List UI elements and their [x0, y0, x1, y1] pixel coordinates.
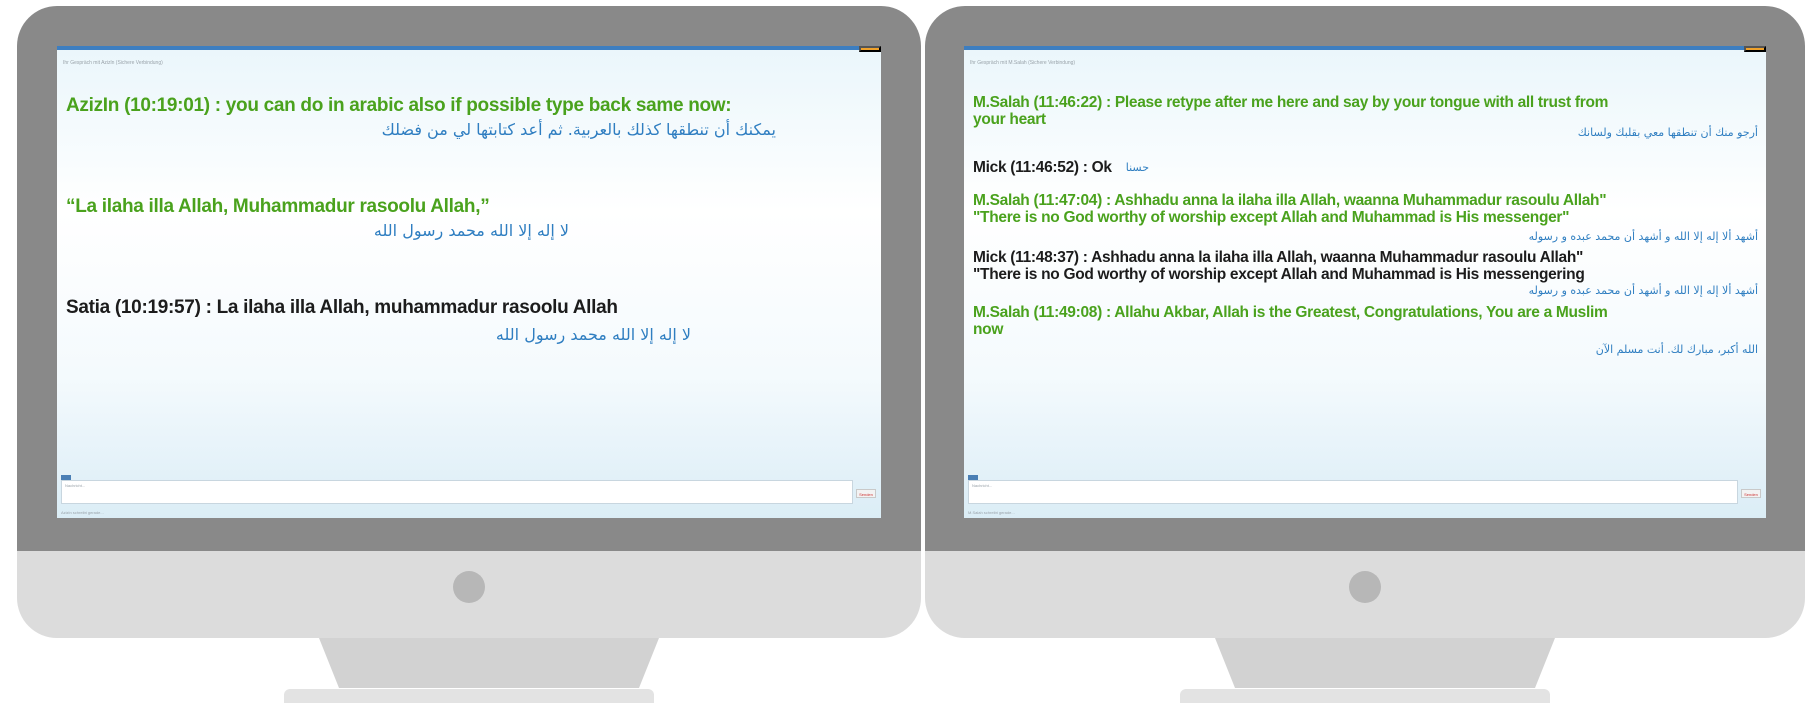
message-text: AzizIn (10:19:01) : you can do in arabic… — [66, 95, 732, 116]
arabic-translation: يمكنك أن تنطقها كذلك بالعربية. ثم أعد كت… — [381, 119, 776, 139]
chat-transcript: AzizIn (10:19:01) : you can do in arabic… — [66, 95, 871, 344]
monitor-stand — [319, 638, 659, 688]
message-text: M.Salah (11:49:08) : Allahu Akbar, Allah… — [973, 304, 1608, 322]
arabic-translation: الله أكبر، مبارك لك. أنت مسلم الآن — [1595, 343, 1758, 357]
monitor-base — [1180, 689, 1550, 703]
chat-message: M.Salah (11:47:04) : Ashhadu anna la ila… — [973, 192, 1758, 243]
monitor-stand — [1215, 638, 1555, 688]
chat-message: “La ilaha illa Allah, Muhammadur rasoolu… — [66, 195, 871, 240]
message-text-continued: "There is no God worthy of worship excep… — [973, 266, 1585, 284]
arabic-translation: أشهد ألا إله إلا الله و أشهد أن محمد عبد… — [1528, 284, 1758, 298]
window-titlebar — [57, 46, 881, 50]
message-text: Mick (11:46:52) : Ok — [973, 159, 1112, 177]
chat-header-text: Ihr Gespräch mit Azizln (Sichere Verbind… — [63, 60, 163, 66]
send-button[interactable]: Senden — [856, 489, 876, 498]
chat-message: Mick (11:48:37) : Ashhadu anna la ilaha … — [973, 249, 1758, 297]
arabic-translation: لا إله إلا الله محمد رسول الله — [495, 324, 691, 344]
chat-transcript: M.Salah (11:46:22) : Please retype after… — [973, 94, 1758, 356]
power-button-icon — [1349, 571, 1381, 603]
message-input[interactable]: Nachricht... — [61, 480, 853, 504]
chat-header-text: Ihr Gespräch mit M.Salah (Sichere Verbin… — [970, 60, 1076, 66]
chat-message: M.Salah (11:49:08) : Allahu Akbar, Allah… — [973, 304, 1758, 356]
chat-message: M.Salah (11:46:22) : Please retype after… — [973, 94, 1758, 139]
monitor-base — [284, 689, 654, 703]
arabic-translation: حسنا — [1125, 161, 1150, 175]
message-input-placeholder: Nachricht... — [972, 483, 993, 488]
send-button[interactable]: Senden — [1741, 489, 1761, 498]
message-text: M.Salah (11:47:04) : Ashhadu anna la ila… — [973, 192, 1607, 210]
window-titlebar — [964, 46, 1766, 50]
power-button-icon — [453, 571, 485, 603]
arabic-translation: لا إله إلا الله محمد رسول الله — [373, 220, 569, 240]
end-chat-button[interactable]: Beenden — [1744, 46, 1766, 52]
message-text-continued: "There is no God worthy of worship excep… — [973, 209, 1570, 227]
message-text: “La ilaha illa Allah, Muhammadur rasoolu… — [66, 195, 490, 217]
chat-message: AzizIn (10:19:01) : you can do in arabic… — [66, 95, 871, 139]
message-text: Mick (11:48:37) : Ashhadu anna la ilaha … — [973, 249, 1584, 267]
message-text: M.Salah (11:46:22) : Please retype after… — [973, 94, 1609, 111]
monitor-right: Beenden Ihr Gespräch mit M.Salah (Sicher… — [925, 6, 1805, 703]
end-chat-button[interactable]: Beenden — [859, 46, 881, 52]
message-input[interactable]: Nachricht... — [968, 480, 1738, 504]
chat-window: Beenden Ihr Gespräch mit M.Salah (Sicher… — [964, 46, 1766, 518]
typing-status: Azizln schreibt gerade... — [61, 510, 104, 515]
chat-window: Beenden Ihr Gespräch mit Azizln (Sichere… — [57, 46, 881, 518]
chat-message: Mick (11:46:52) : Ok حسنا — [973, 159, 1758, 176]
arabic-translation: أرجو منك أن تنطقها معي بقلبك ولسانك — [1577, 126, 1758, 140]
monitor-left: Beenden Ihr Gespräch mit Azizln (Sichere… — [17, 6, 921, 703]
message-text: Satia (10:19:57) : La ilaha illa Allah, … — [66, 296, 618, 318]
arabic-translation: أشهد ألا إله إلا الله و أشهد أن محمد عبد… — [1528, 230, 1758, 244]
typing-status: M.Salah schreibt gerade... — [968, 510, 1015, 515]
message-text-continued: now — [973, 321, 1004, 339]
message-input-placeholder: Nachricht... — [65, 483, 86, 488]
chat-message: Satia (10:19:57) : La ilaha illa Allah, … — [66, 296, 871, 344]
